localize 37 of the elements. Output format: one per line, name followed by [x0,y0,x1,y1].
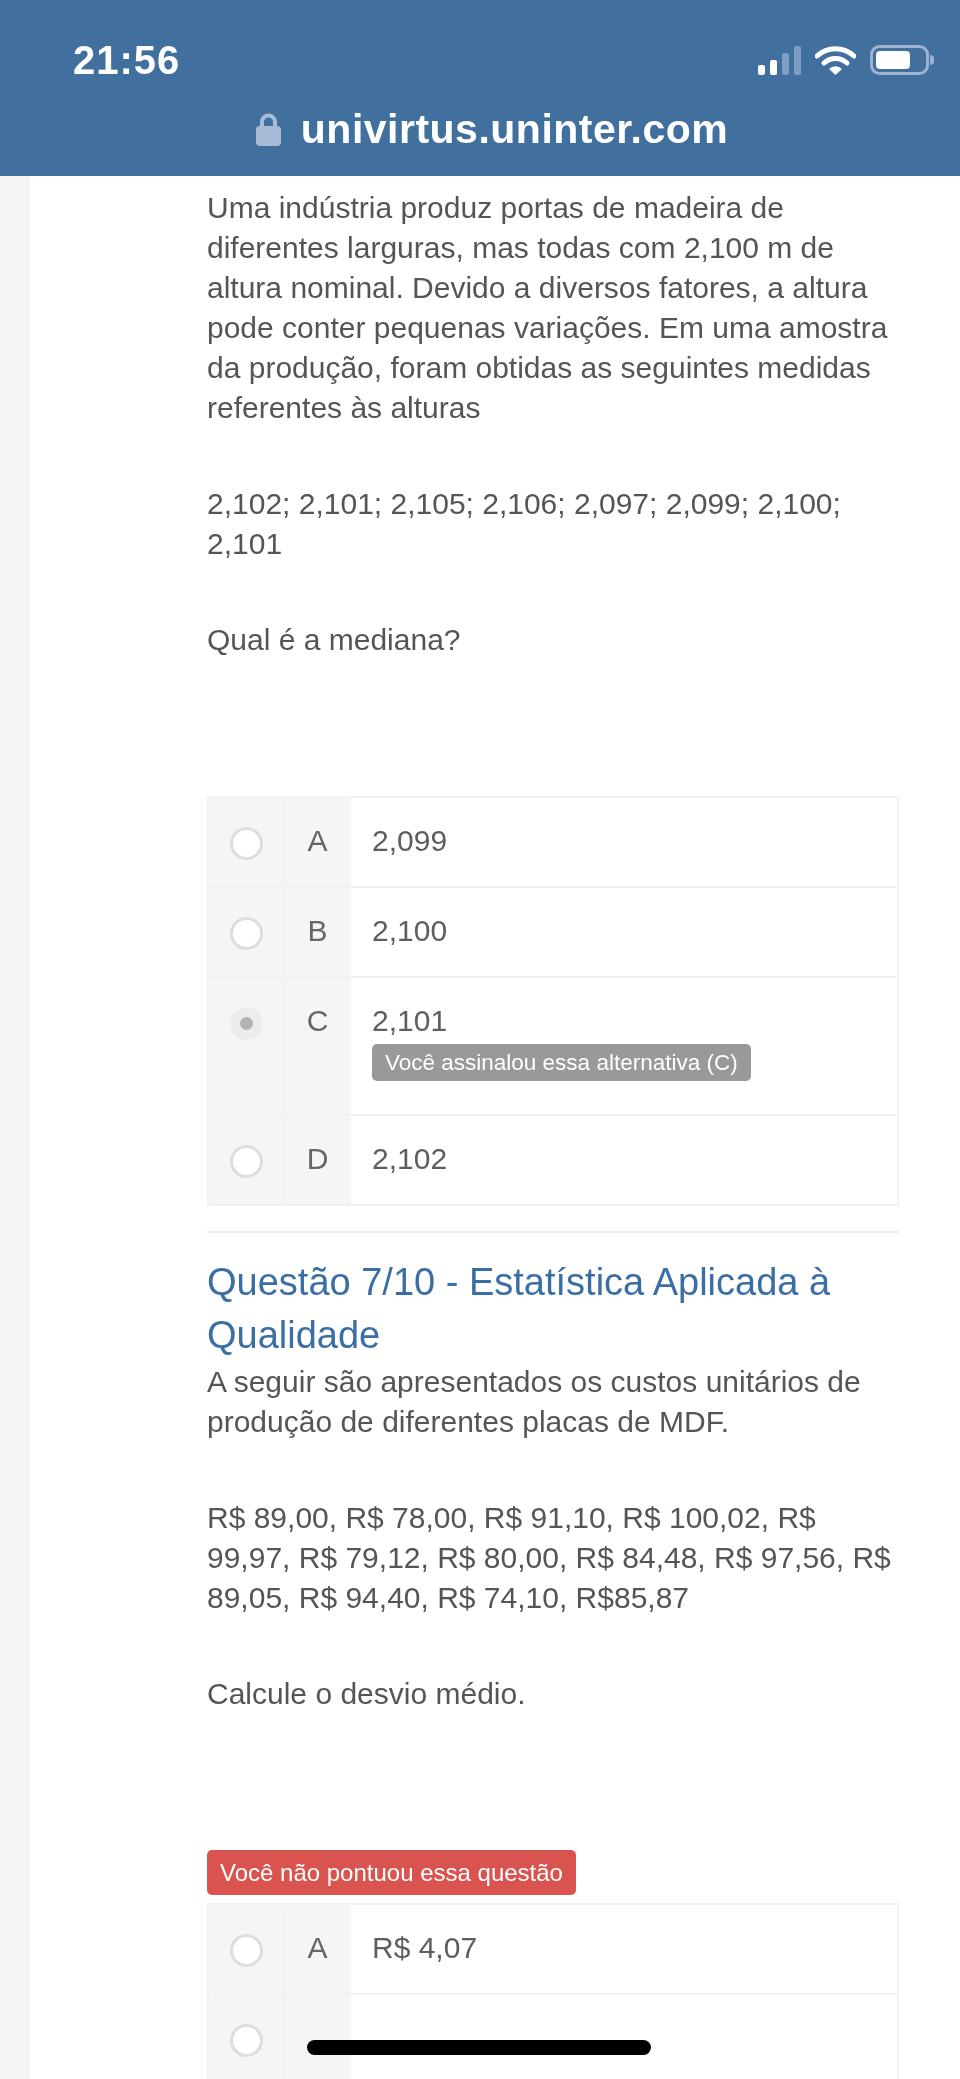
answer-option[interactable]: D 2,102 [209,1116,897,1206]
url-text[interactable]: univirtus.uninter.com [300,106,729,152]
answer-option[interactable]: B 2,100 [209,888,897,978]
radio-button[interactable] [229,827,263,860]
option-text: R$ 4,07 [372,1930,478,1966]
radio-button[interactable] [229,2024,263,2057]
question-text: Qual é a mediana? [207,622,462,658]
question-title: Questão 7/10 - Estatística Aplicada à Qualidade [207,1260,832,1358]
lock-icon [255,112,281,146]
option-text: 2,100 [372,913,448,949]
option-letter: C [306,1003,329,1039]
battery-icon [870,45,934,75]
result-label: Você não pontuou essa questão [207,1850,576,1895]
answer-option[interactable]: A 2,099 [209,798,897,888]
option-text: 2,102 [372,1141,448,1177]
option-letter: D [306,1141,329,1177]
option-text: 2,099 [372,823,448,859]
option-letter: B [307,913,328,949]
status-time: 21:56 [73,44,181,76]
question-text: A seguir são apresentados os custos unitários de produção de diferentes placas de MDF. [207,1364,862,1440]
signal-bars-icon [758,45,801,75]
answer-option[interactable]: C 2,101 Você assinalou essa alternativa (C) [209,978,897,1116]
option-letter: A [307,1930,328,1966]
answer-option[interactable]: A R$ 4,07 [209,1905,897,1995]
radio-button[interactable] [229,1145,263,1178]
option-letter: A [307,823,328,859]
answer-note: Você assinalou essa alternativa (C) [372,1044,751,1081]
option-text: 2,101 [372,1003,448,1039]
radio-button[interactable] [229,917,263,950]
question-text: Uma indústria produz portas de madeira de diferentes larguras, mas todas com 2,100 m de altura nominal. Devido a diversos fatores, a altura pode conter pequenas variações. Em uma amostra da produção, foram obtidas as seguintes medidas referentes às alturas [207,190,889,426]
wifi-icon [815,45,856,75]
question-text: Calcule o desvio médio. [207,1676,527,1712]
question-text: R$ 89,00, R$ 78,00, R$ 91,10, R$ 100,02, R$ 99,97, R$ 79,12, R$ 80,00, R$ 84,48, R$ 97,56, R$ 89,05, R$ 94,40, R$ 74,10, R$85,87 [207,1500,892,1616]
answer-option[interactable] [209,1995,897,2079]
radio-button[interactable] [229,1934,263,1967]
radio-button[interactable] [229,1007,263,1040]
question-text: 2,102; 2,101; 2,105; 2,106; 2,097; 2,099; 2,100; 2,101 [207,486,842,562]
